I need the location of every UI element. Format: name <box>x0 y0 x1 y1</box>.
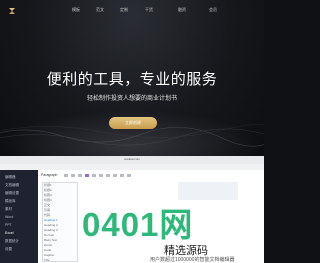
nav-item-custom[interactable]: 定制 <box>120 7 128 13</box>
nav-item-templates[interactable]: 模板 <box>72 7 80 13</box>
list-item[interactable]: Heading 1 <box>44 218 58 222</box>
nav-item-membership[interactable]: 会员 <box>209 7 217 13</box>
sidebar-item-settings[interactable]: 设置 <box>5 247 12 252</box>
align-left-icon[interactable] <box>92 174 96 177</box>
list-item[interactable]: 标题1 <box>44 183 52 187</box>
sidebar-item-doc-edit[interactable]: 文档编辑 <box>5 183 19 188</box>
bold-icon[interactable] <box>64 174 68 177</box>
sidebar-item-ppt[interactable]: PPT <box>5 223 12 227</box>
list-item[interactable]: Code <box>44 248 51 252</box>
list-item[interactable]: 标题4 <box>44 198 52 202</box>
sidebar-item-excel[interactable]: Excel <box>5 231 14 235</box>
italic-icon[interactable] <box>71 174 75 177</box>
color-icon[interactable] <box>85 174 89 177</box>
watermark: 0401网 <box>82 198 262 243</box>
url-text: xiaobai.com <box>123 157 140 161</box>
list-item[interactable]: 引用 <box>44 208 50 212</box>
list-item[interactable]: Heading 2 <box>44 223 58 227</box>
list-item[interactable]: Caption <box>44 253 54 257</box>
nav-item-samples[interactable]: 范文 <box>96 7 104 13</box>
nav-item-tips[interactable]: 干货 <box>145 7 153 13</box>
paragraph-format-select[interactable]: Paragraph <box>41 173 57 177</box>
list-item[interactable]: 代码 <box>44 213 50 217</box>
image-icon[interactable] <box>120 174 124 177</box>
watermark-main: 0401网 <box>82 206 194 243</box>
list-item[interactable]: Body Text <box>44 238 57 242</box>
align-center-icon[interactable] <box>99 174 103 177</box>
list-icon[interactable] <box>106 174 110 177</box>
sidebar-item-editor[interactable]: 编辑器 <box>5 175 16 180</box>
format-toolbar: Paragraph <box>38 172 264 179</box>
list-item[interactable]: 标题2 <box>44 188 52 192</box>
app-sidebar: 编辑器 文档编辑 编辑设置 模板库 素材 Word PPT Excel 数据统计… <box>0 170 38 263</box>
link-icon[interactable] <box>113 174 117 177</box>
list-item[interactable]: Quote <box>44 243 52 247</box>
list-item[interactable]: Title <box>44 258 50 262</box>
page: 模板 范文 定制 干货 融资 会员 便利的工具，专业的服务 轻松制作投资人想要的… <box>0 0 264 263</box>
list-item[interactable]: 正文 <box>44 203 50 207</box>
hero-subtitle: 轻松制作投资人想要的商业计划书 <box>86 96 177 102</box>
sidebar-item-assets[interactable]: 素材 <box>5 207 12 212</box>
sidebar-item-stats[interactable]: 数据统计 <box>5 239 19 244</box>
sidebar-item-edit-settings[interactable]: 编辑设置 <box>5 191 19 196</box>
list-item[interactable]: Heading 3 <box>44 228 58 232</box>
table-icon[interactable] <box>127 174 131 177</box>
sidebar-item-word[interactable]: Word <box>5 215 13 219</box>
watermark-line2: 用户数超过1000000的智能文档编辑器 <box>150 257 235 263</box>
nav-item-financing[interactable]: 融资 <box>178 7 186 13</box>
hero-banner: 模板 范文 定制 干货 融资 会员 便利的工具，专业的服务 轻松制作投资人想要的… <box>0 0 264 160</box>
underline-icon[interactable] <box>78 174 82 177</box>
app-preview: xiaobai.com 编辑器 文档编辑 编辑设置 模板库 素材 Word PP… <box>0 156 264 263</box>
list-item[interactable]: Normal <box>44 233 54 237</box>
list-item[interactable]: 标题3 <box>44 193 52 197</box>
hero-title: 便利的工具，专业的服务 <box>46 71 218 88</box>
top-nav: 模板 范文 定制 干货 融资 会员 <box>0 7 264 17</box>
sidebar-item-templates[interactable]: 模板库 <box>5 199 16 204</box>
create-now-button[interactable]: 立即创建 <box>109 117 157 129</box>
url-bar[interactable]: xiaobai.com <box>0 156 264 164</box>
